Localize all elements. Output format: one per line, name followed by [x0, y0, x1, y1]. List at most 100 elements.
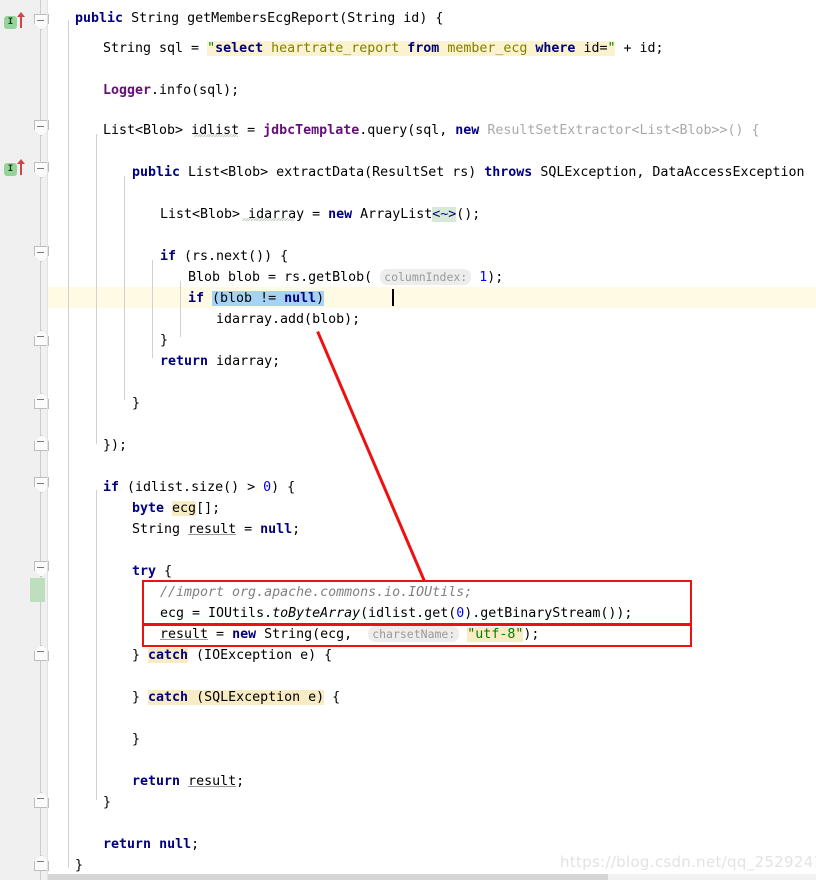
- text-caret: [392, 289, 394, 306]
- code-token: byte: [132, 501, 165, 516]
- code-token: .info(sql);: [151, 83, 240, 98]
- code-token: }: [132, 648, 149, 663]
- code-line[interactable]: idarray.add(blob);: [216, 309, 360, 330]
- code-token: result: [160, 627, 209, 642]
- code-line[interactable]: List<Blob> idarray = new ArrayList<~>();: [160, 204, 480, 225]
- editor-gutter[interactable]: II: [0, 0, 49, 880]
- code-line[interactable]: public String getMembersEcgReport(String…: [75, 8, 443, 29]
- code-token: =: [304, 207, 329, 222]
- code-token: }: [75, 858, 84, 873]
- code-token: ;: [292, 522, 301, 537]
- code-token: Logger: [103, 83, 152, 98]
- code-token: {: [156, 564, 173, 579]
- code-token: });: [103, 438, 128, 453]
- implementing-method-icon[interactable]: I: [4, 16, 17, 29]
- code-token: select: [215, 41, 264, 56]
- horizontal-scrollbar[interactable]: [48, 874, 816, 880]
- code-line[interactable]: if (blob != null): [188, 288, 325, 309]
- code-token: catch: [148, 690, 189, 705]
- code-line[interactable]: }: [160, 330, 168, 351]
- code-line[interactable]: return null;: [103, 834, 199, 855]
- code-token: }: [132, 690, 149, 705]
- code-token: id=: [583, 41, 608, 56]
- code-token: if: [160, 249, 177, 264]
- code-token: ResultSetExtractor<List<Blob>>() {: [487, 123, 760, 138]
- code-token: .query(sql,: [359, 123, 456, 138]
- code-token: new: [455, 123, 480, 138]
- code-line[interactable]: result = new String(ecg, charsetName: "u…: [160, 624, 539, 645]
- code-token: <~>: [432, 207, 457, 222]
- code-line[interactable]: }: [132, 729, 140, 750]
- code-line[interactable]: }: [103, 792, 111, 813]
- code-token: ;: [236, 774, 245, 789]
- code-line[interactable]: }: [75, 855, 83, 876]
- horizontal-scrollbar-thumb[interactable]: [48, 874, 608, 880]
- code-token: null: [260, 522, 293, 537]
- code-token: }: [132, 732, 141, 747]
- override-arrow-icon[interactable]: [17, 159, 25, 175]
- code-token: idarray;: [208, 354, 281, 369]
- vcs-change-marker[interactable]: [30, 578, 45, 602]
- code-token: List<Blob>: [160, 207, 249, 222]
- indent-guide: [68, 20, 69, 868]
- code-token: (idlist.get(: [360, 606, 457, 621]
- code-token: );: [523, 627, 540, 642]
- code-line[interactable]: return idarray;: [160, 351, 280, 372]
- code-line[interactable]: //import org.apache.commons.io.IOUtils;: [160, 582, 472, 603]
- code-token: List<Blob>: [103, 123, 192, 138]
- code-line[interactable]: } catch (SQLException e) {: [132, 687, 340, 708]
- code-token: member_ecg: [447, 41, 528, 56]
- code-token: heartrate_report: [271, 41, 400, 56]
- code-token: ArrayList: [352, 207, 433, 222]
- code-token: =: [208, 627, 233, 642]
- code-token: + id;: [615, 41, 664, 56]
- implementing-method-icon[interactable]: I: [4, 163, 17, 176]
- code-line[interactable]: byte ecg[];: [132, 498, 220, 519]
- indent-guide: [124, 176, 125, 400]
- code-line[interactable]: return result;: [132, 771, 244, 792]
- code-token: public: [75, 11, 124, 26]
- code-line[interactable]: Blob blob = rs.getBlob( columnIndex: 1);: [188, 267, 503, 288]
- code-line[interactable]: List<Blob> idlist = jdbcTemplate.query(s…: [103, 120, 760, 141]
- code-line[interactable]: ecg = IOUtils.toByteArray(idlist.get(0).…: [160, 603, 632, 624]
- indent-guide: [96, 490, 97, 800]
- code-line[interactable]: public List<Blob> extractData(ResultSet …: [132, 162, 805, 183]
- code-line[interactable]: } catch (IOException e) {: [132, 645, 332, 666]
- code-token: ecg = IOUtils.: [160, 606, 273, 621]
- code-line[interactable]: try {: [132, 561, 172, 582]
- weak-warning-underline: [242, 218, 294, 221]
- code-token: new: [328, 207, 353, 222]
- code-editor-window[interactable]: II public String getMembersEcgReport(Str…: [0, 0, 816, 880]
- code-token: return: [160, 354, 209, 369]
- code-line[interactable]: });: [103, 435, 127, 456]
- code-token: [263, 41, 272, 56]
- code-token: public: [132, 165, 181, 180]
- code-line[interactable]: String sql = "select heartrate_report fr…: [103, 38, 664, 59]
- indent-guide: [96, 134, 97, 444]
- code-line[interactable]: if (idlist.size() > 0) {: [103, 477, 295, 498]
- code-line[interactable]: Logger.info(sql);: [103, 80, 239, 101]
- code-token: from: [407, 41, 440, 56]
- code-line[interactable]: if (rs.next()) {: [160, 246, 288, 267]
- code-token: try: [132, 564, 157, 579]
- code-text-area[interactable]: public String getMembersEcgReport(String…: [48, 0, 816, 880]
- code-token: Blob blob = rs.getBlob(: [188, 270, 381, 285]
- code-token: {: [324, 690, 341, 705]
- code-token: if: [188, 291, 205, 306]
- code-token: return: [103, 837, 152, 852]
- code-line[interactable]: }: [132, 393, 140, 414]
- code-token: [188, 690, 197, 705]
- code-token: String: [131, 11, 180, 26]
- code-token: (rs.next()) {: [176, 249, 289, 264]
- watermark-text: https://blog.csdn.net/qq_25292419: [560, 853, 816, 871]
- code-token: columnIndex:: [380, 269, 472, 285]
- code-token: =: [239, 123, 264, 138]
- override-arrow-icon[interactable]: [17, 12, 25, 28]
- code-line[interactable]: String result = null;: [132, 519, 300, 540]
- code-token: (idlist.size() >: [119, 480, 264, 495]
- code-token: catch: [148, 648, 189, 663]
